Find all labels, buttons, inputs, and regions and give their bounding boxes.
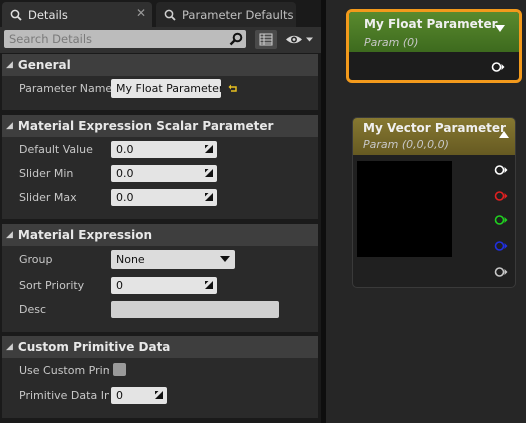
group-dropdown[interactable]: None — [111, 250, 235, 269]
output-pin-rgba-icon[interactable] — [494, 164, 508, 176]
slider-max-label: Slider Max — [19, 191, 77, 204]
collapse-node-icon[interactable] — [498, 129, 510, 139]
category-custom-primitive-data[interactable]: ◢ Custom Primitive Data — [2, 336, 318, 358]
parameter-name-label: Parameter Name — [19, 82, 113, 95]
group-value: None — [116, 253, 145, 266]
tab-details[interactable]: Details ✕ — [2, 2, 152, 27]
view-options-button[interactable] — [283, 30, 317, 49]
material-graph[interactable]: My Float Parameter Param (0) My Vector P… — [326, 0, 526, 423]
collapse-arrow-icon: ◢ — [6, 60, 13, 70]
output-pin-icon[interactable] — [491, 61, 505, 73]
category-scalar-title: Material Expression Scalar Parameter — [17, 119, 274, 133]
drag-handle-icon — [205, 193, 213, 201]
tab-parameter-defaults[interactable]: Parameter Defaults — [156, 2, 296, 27]
grid-icon — [259, 33, 273, 46]
collapse-arrow-icon: ◢ — [6, 121, 13, 131]
drag-handle-icon — [205, 281, 213, 289]
magnifier-icon — [164, 9, 176, 21]
output-pin-alpha-icon[interactable] — [494, 266, 508, 278]
output-pin-blue-icon[interactable] — [494, 240, 508, 252]
eye-icon — [286, 35, 313, 44]
output-pin-red-icon[interactable] — [494, 190, 508, 202]
search-box — [4, 30, 246, 48]
desc-field[interactable] — [111, 301, 279, 318]
slider-min-label: Slider Min — [19, 167, 74, 180]
primitive-data-index-label: Primitive Data Inc — [19, 389, 109, 402]
float-node-title: My Float Parameter — [364, 17, 498, 31]
use-custom-prim-label: Use Custom Prim — [19, 364, 109, 377]
vector-parameter-node[interactable]: My Vector Parameter Param (0,0,0,0) — [352, 117, 516, 288]
magnifier-icon — [10, 9, 22, 21]
category-scalar-body: Default Value 0.0 Slider Min 0.0 Slider … — [2, 137, 318, 219]
desc-label: Desc — [19, 303, 47, 316]
drag-handle-icon — [205, 169, 213, 177]
vector-node-subtitle: Param (0,0,0,0) — [363, 138, 449, 151]
default-value-label: Default Value — [19, 143, 93, 156]
drag-handle-icon — [205, 145, 213, 153]
tab-parameter-defaults-label: Parameter Defaults — [182, 7, 294, 22]
sort-priority-text: 0 — [116, 279, 123, 292]
float-parameter-node[interactable]: My Float Parameter Param (0) — [346, 9, 522, 83]
float-node-subtitle: Param (0) — [364, 36, 419, 49]
slider-max-text: 0.0 — [116, 191, 134, 204]
default-value-text: 0.0 — [116, 143, 134, 156]
search-row — [0, 27, 321, 53]
chevron-down-icon — [220, 256, 230, 262]
collapse-arrow-icon: ◢ — [6, 230, 13, 240]
close-tab-icon[interactable]: ✕ — [136, 6, 146, 20]
drag-handle-icon — [155, 391, 163, 399]
color-preview-swatch — [357, 161, 452, 257]
tab-bar: Details ✕ Parameter Defaults — [0, 0, 321, 27]
details-panel: Details ✕ Parameter Defaults Search Deta… — [0, 0, 321, 423]
property-matrix-button[interactable] — [255, 30, 277, 49]
parameter-name-field[interactable]: My Float Parameter — [111, 79, 221, 98]
category-expression-title: Material Expression — [17, 228, 153, 242]
collapse-arrow-icon: ◢ — [6, 342, 13, 352]
default-value-field[interactable]: 0.0 — [111, 141, 217, 158]
slider-max-field[interactable]: 0.0 — [111, 189, 217, 206]
tab-details-label: Details — [28, 7, 68, 22]
slider-min-field[interactable]: 0.0 — [111, 165, 217, 182]
category-custom-title: Custom Primitive Data — [17, 340, 171, 354]
slider-min-text: 0.0 — [116, 167, 134, 180]
collapse-node-icon[interactable] — [494, 24, 506, 34]
sort-priority-field[interactable]: 0 — [111, 277, 217, 294]
category-material-expression[interactable]: ◢ Material Expression — [2, 224, 318, 246]
primitive-data-index-text: 0 — [116, 389, 123, 402]
group-label: Group — [19, 253, 53, 266]
category-general[interactable]: ◢ General — [2, 54, 318, 76]
search-input[interactable] — [4, 30, 229, 48]
sort-priority-label: Sort Priority — [19, 279, 85, 292]
category-expression-body: Group None Sort Priority 0 Desc — [2, 246, 318, 332]
vector-node-title: My Vector Parameter — [363, 121, 506, 135]
category-custom-body: Use Custom Prim Primitive Data Inc 0 — [2, 358, 318, 418]
reset-arrow-icon[interactable] — [228, 83, 238, 93]
output-pin-green-icon[interactable] — [494, 214, 508, 226]
use-custom-prim-checkbox[interactable] — [113, 363, 126, 376]
category-scalar-parameter[interactable]: ◢ Material Expression Scalar Parameter — [2, 115, 318, 137]
category-general-title: General — [17, 58, 71, 72]
category-general-body: Parameter Name My Float Parameter — [2, 76, 318, 110]
primitive-data-index-field[interactable]: 0 — [111, 387, 167, 404]
search-icon[interactable] — [229, 32, 243, 46]
